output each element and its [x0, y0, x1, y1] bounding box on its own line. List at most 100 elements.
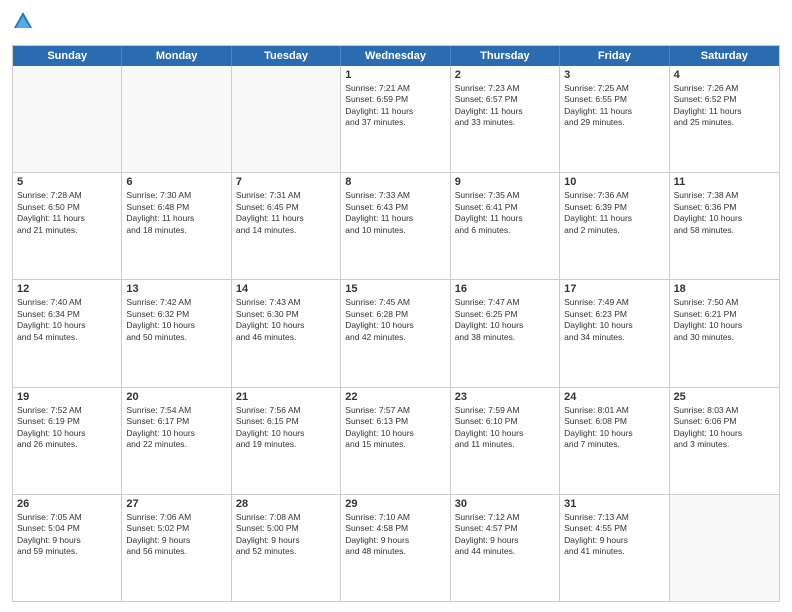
- day-number: 18: [674, 283, 775, 295]
- day-number: 1: [345, 69, 445, 81]
- cell-info: Sunrise: 7:28 AM Sunset: 6:50 PM Dayligh…: [17, 190, 117, 236]
- day-number: 28: [236, 498, 336, 510]
- day-number: 5: [17, 176, 117, 188]
- day-number: 7: [236, 176, 336, 188]
- day-number: 8: [345, 176, 445, 188]
- cal-cell: 14 Sunrise: 7:43 AM Sunset: 6:30 PM Dayli…: [232, 280, 341, 386]
- cal-cell: 18Sunrise: 7:50 AM Sunset: 6:21 PM Dayli…: [670, 280, 779, 386]
- cal-row-1: 1 Sunrise: 7:21 AM Sunset: 6:59 PM Daylig…: [13, 66, 779, 173]
- cell-info: Sunrise: 7:49 AM Sunset: 6:23 PM Dayligh…: [564, 297, 664, 343]
- cal-cell: 23 Sunrise: 7:59 AM Sunset: 6:10 PM Dayli…: [451, 388, 560, 494]
- cal-cell: 13Sunrise: 7:42 AM Sunset: 6:32 PM Dayli…: [122, 280, 231, 386]
- day-number: 22: [345, 391, 445, 403]
- day-header-sunday: Sunday: [13, 46, 122, 66]
- day-number: 13: [126, 283, 226, 295]
- cal-row-2: 5 Sunrise: 7:28 AM Sunset: 6:50 PM Daylig…: [13, 173, 779, 280]
- cal-cell: 3 Sunrise: 7:25 AM Sunset: 6:55 PM Daylig…: [560, 66, 669, 172]
- cal-cell: 20 Sunrise: 7:54 AM Sunset: 6:17 PM Dayli…: [122, 388, 231, 494]
- day-number: 15: [345, 283, 445, 295]
- cal-cell: 21Sunrise: 7:56 AM Sunset: 6:15 PM Dayli…: [232, 388, 341, 494]
- cell-info: Sunrise: 7:43 AM Sunset: 6:30 PM Dayligh…: [236, 297, 336, 343]
- cal-cell: 10 Sunrise: 7:36 AM Sunset: 6:39 PM Dayli…: [560, 173, 669, 279]
- cell-info: Sunrise: 7:57 AM Sunset: 6:13 PM Dayligh…: [345, 405, 445, 451]
- cell-info: Sunrise: 7:10 AM Sunset: 4:58 PM Dayligh…: [345, 512, 445, 558]
- day-number: 29: [345, 498, 445, 510]
- day-header-saturday: Saturday: [670, 46, 779, 66]
- calendar-header: SundayMondayTuesdayWednesdayThursdayFrid…: [13, 46, 779, 66]
- day-number: 23: [455, 391, 555, 403]
- header: [12, 10, 780, 37]
- day-number: 16: [455, 283, 555, 295]
- cal-cell: 15 Sunrise: 7:45 AM Sunset: 6:28 PM Dayli…: [341, 280, 450, 386]
- day-number: 17: [564, 283, 664, 295]
- cal-row-4: 19 Sunrise: 7:52 AM Sunset: 6:19 PM Dayli…: [13, 388, 779, 495]
- day-number: 19: [17, 391, 117, 403]
- cell-info: Sunrise: 7:40 AM Sunset: 6:34 PM Dayligh…: [17, 297, 117, 343]
- cal-cell: 29 Sunrise: 7:10 AM Sunset: 4:58 PM Dayli…: [341, 495, 450, 601]
- day-header-friday: Friday: [560, 46, 669, 66]
- day-header-wednesday: Wednesday: [341, 46, 450, 66]
- page: SundayMondayTuesdayWednesdayThursdayFrid…: [0, 0, 792, 612]
- day-number: 6: [126, 176, 226, 188]
- calendar: SundayMondayTuesdayWednesdayThursdayFrid…: [12, 45, 780, 602]
- cal-cell: 5 Sunrise: 7:28 AM Sunset: 6:50 PM Daylig…: [13, 173, 122, 279]
- day-number: 9: [455, 176, 555, 188]
- cal-cell: 26Sunrise: 7:05 AM Sunset: 5:04 PM Dayli…: [13, 495, 122, 601]
- cell-info: Sunrise: 7:36 AM Sunset: 6:39 PM Dayligh…: [564, 190, 664, 236]
- cell-info: Sunrise: 7:13 AM Sunset: 4:55 PM Dayligh…: [564, 512, 664, 558]
- logo: [12, 10, 38, 37]
- cal-cell: 17 Sunrise: 7:49 AM Sunset: 6:23 PM Dayli…: [560, 280, 669, 386]
- calendar-body: 1 Sunrise: 7:21 AM Sunset: 6:59 PM Daylig…: [13, 66, 779, 601]
- cal-cell: 19 Sunrise: 7:52 AM Sunset: 6:19 PM Dayli…: [13, 388, 122, 494]
- cal-cell: 16Sunrise: 7:47 AM Sunset: 6:25 PM Dayli…: [451, 280, 560, 386]
- cal-cell: 12 Sunrise: 7:40 AM Sunset: 6:34 PM Dayli…: [13, 280, 122, 386]
- cal-cell: 24 Sunrise: 8:01 AM Sunset: 6:08 PM Dayli…: [560, 388, 669, 494]
- cal-row-3: 12 Sunrise: 7:40 AM Sunset: 6:34 PM Dayli…: [13, 280, 779, 387]
- cell-info: Sunrise: 8:03 AM Sunset: 6:06 PM Dayligh…: [674, 405, 775, 451]
- cell-info: Sunrise: 7:31 AM Sunset: 6:45 PM Dayligh…: [236, 190, 336, 236]
- cal-cell: 4 Sunrise: 7:26 AM Sunset: 6:52 PM Daylig…: [670, 66, 779, 172]
- day-number: 3: [564, 69, 664, 81]
- cell-info: Sunrise: 7:59 AM Sunset: 6:10 PM Dayligh…: [455, 405, 555, 451]
- cal-cell: 8 Sunrise: 7:33 AM Sunset: 6:43 PM Daylig…: [341, 173, 450, 279]
- day-number: 31: [564, 498, 664, 510]
- day-number: 20: [126, 391, 226, 403]
- cal-cell: 27 Sunrise: 7:06 AM Sunset: 5:02 PM Dayli…: [122, 495, 231, 601]
- cell-info: Sunrise: 7:08 AM Sunset: 5:00 PM Dayligh…: [236, 512, 336, 558]
- cal-cell: 7 Sunrise: 7:31 AM Sunset: 6:45 PM Daylig…: [232, 173, 341, 279]
- day-header-thursday: Thursday: [451, 46, 560, 66]
- day-number: 14: [236, 283, 336, 295]
- cal-cell: 25 Sunrise: 8:03 AM Sunset: 6:06 PM Dayli…: [670, 388, 779, 494]
- cell-info: Sunrise: 7:25 AM Sunset: 6:55 PM Dayligh…: [564, 83, 664, 129]
- day-number: 30: [455, 498, 555, 510]
- cal-cell: 11 Sunrise: 7:38 AM Sunset: 6:36 PM Dayli…: [670, 173, 779, 279]
- cell-info: Sunrise: 7:26 AM Sunset: 6:52 PM Dayligh…: [674, 83, 775, 129]
- cell-info: Sunrise: 8:01 AM Sunset: 6:08 PM Dayligh…: [564, 405, 664, 451]
- day-number: 11: [674, 176, 775, 188]
- cell-info: Sunrise: 7:54 AM Sunset: 6:17 PM Dayligh…: [126, 405, 226, 451]
- cell-info: Sunrise: 7:06 AM Sunset: 5:02 PM Dayligh…: [126, 512, 226, 558]
- day-number: 27: [126, 498, 226, 510]
- day-number: 4: [674, 69, 775, 81]
- cell-info: Sunrise: 7:52 AM Sunset: 6:19 PM Dayligh…: [17, 405, 117, 451]
- day-number: 12: [17, 283, 117, 295]
- day-number: 25: [674, 391, 775, 403]
- cell-info: Sunrise: 7:33 AM Sunset: 6:43 PM Dayligh…: [345, 190, 445, 236]
- cal-cell: [232, 66, 341, 172]
- cell-info: Sunrise: 7:23 AM Sunset: 6:57 PM Dayligh…: [455, 83, 555, 129]
- cal-cell: [670, 495, 779, 601]
- day-number: 21: [236, 391, 336, 403]
- day-number: 10: [564, 176, 664, 188]
- cal-row-5: 26Sunrise: 7:05 AM Sunset: 5:04 PM Dayli…: [13, 495, 779, 601]
- cell-info: Sunrise: 7:21 AM Sunset: 6:59 PM Dayligh…: [345, 83, 445, 129]
- cal-cell: 22 Sunrise: 7:57 AM Sunset: 6:13 PM Dayli…: [341, 388, 450, 494]
- cal-cell: 9 Sunrise: 7:35 AM Sunset: 6:41 PM Daylig…: [451, 173, 560, 279]
- cell-info: Sunrise: 7:45 AM Sunset: 6:28 PM Dayligh…: [345, 297, 445, 343]
- day-number: 24: [564, 391, 664, 403]
- cell-info: Sunrise: 7:38 AM Sunset: 6:36 PM Dayligh…: [674, 190, 775, 236]
- cell-info: Sunrise: 7:05 AM Sunset: 5:04 PM Dayligh…: [17, 512, 117, 558]
- day-number: 2: [455, 69, 555, 81]
- cell-info: Sunrise: 7:12 AM Sunset: 4:57 PM Dayligh…: [455, 512, 555, 558]
- cell-info: Sunrise: 7:35 AM Sunset: 6:41 PM Dayligh…: [455, 190, 555, 236]
- cal-cell: 28 Sunrise: 7:08 AM Sunset: 5:00 PM Dayli…: [232, 495, 341, 601]
